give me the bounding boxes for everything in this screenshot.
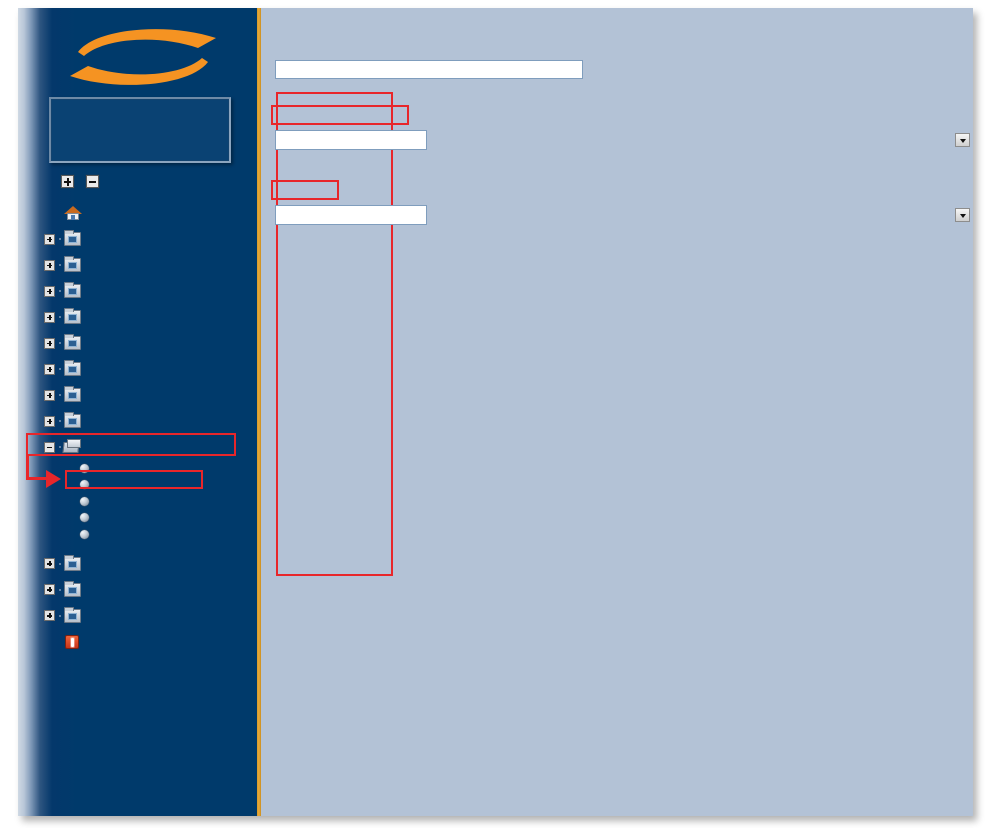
sidebar-subitem-verteilerliste-scheduling[interactable] <box>18 526 257 543</box>
sidebar-item-logout[interactable] <box>18 629 257 655</box>
folder-icon <box>64 412 82 429</box>
sidebar-item-robinson-verwaltung[interactable] <box>18 304 257 330</box>
application-window <box>18 8 973 816</box>
sidebar-item-benutzer-verwaltung[interactable] <box>18 408 257 434</box>
server-info-box <box>49 97 231 163</box>
sidebar-subitem-verteilerlisten-uebersicht[interactable] <box>18 460 257 477</box>
sidebar-nav <box>18 200 257 655</box>
sidebar-subitem-verteilerliste-loeschen[interactable] <box>18 510 257 527</box>
folder-icon <box>64 360 82 377</box>
collapse-all-button[interactable] <box>86 175 99 188</box>
expand-icon[interactable] <box>44 584 55 595</box>
sidebar-item-hauptmenue[interactable] <box>18 200 257 226</box>
expand-icon[interactable] <box>44 259 55 271</box>
expand-icon[interactable] <box>44 363 55 375</box>
bullet-icon <box>80 463 89 473</box>
annotation-box-timeout-label <box>271 105 409 125</box>
chevron-down-icon <box>955 133 970 147</box>
sidebar-item-system-administration[interactable] <box>18 603 257 629</box>
sidebar-item-statistik[interactable] <box>18 252 257 278</box>
open-folder-icon <box>62 439 82 455</box>
sidebar-item-email-on-demand[interactable] <box>18 382 257 408</box>
annotation-box-priority-label <box>271 180 339 200</box>
sidebar-item-abonnenten-verwaltung[interactable] <box>18 278 257 304</box>
logout-icon <box>64 634 82 650</box>
sidebar-item-newsletter-archiv[interactable] <box>18 356 257 382</box>
sidebar-item-zielgruppensuche[interactable] <box>18 330 257 356</box>
bullet-icon <box>80 529 89 539</box>
tree-controls <box>61 175 99 188</box>
sidebar-subitem-verteilerliste-editieren[interactable] <box>18 493 257 510</box>
backclick-logo <box>48 26 238 88</box>
bullet-icon <box>80 480 89 490</box>
house-icon <box>64 205 82 221</box>
priority-select[interactable] <box>275 205 427 225</box>
folder-icon <box>64 386 82 403</box>
folder-icon <box>64 230 82 247</box>
folder-icon <box>64 580 82 598</box>
sidebar-item-mandanten-verwaltung[interactable] <box>18 577 257 603</box>
bullet-icon <box>80 513 89 523</box>
folder-icon <box>64 334 82 351</box>
timeout-select[interactable] <box>275 130 427 150</box>
sender-name-input[interactable] <box>275 60 583 79</box>
logo-swoosh-icon <box>70 29 216 85</box>
expand-all-button[interactable] <box>61 175 74 188</box>
expand-icon[interactable] <box>44 389 55 401</box>
folder-icon <box>64 282 82 299</box>
folder-icon <box>64 554 82 572</box>
annotation-box-smtp-server-names <box>276 92 393 576</box>
sidebar-item-imf-verwaltung[interactable] <box>18 551 257 577</box>
folder-icon <box>64 606 82 624</box>
sidebar <box>18 8 261 816</box>
expand-icon[interactable] <box>44 337 55 349</box>
chevron-down-icon <box>955 208 970 222</box>
expand-icon[interactable] <box>44 610 55 621</box>
sidebar-item-newsletter-redaktion[interactable] <box>18 226 257 252</box>
sidebar-subitem-verteilerliste-anlegen[interactable] <box>18 477 257 494</box>
expand-icon[interactable] <box>44 415 55 427</box>
expand-icon[interactable] <box>44 285 55 297</box>
expand-icon[interactable] <box>44 558 55 569</box>
main-content <box>261 8 973 816</box>
bullet-icon <box>80 496 89 506</box>
collapse-icon[interactable] <box>44 441 55 453</box>
expand-icon[interactable] <box>44 233 55 245</box>
expand-icon[interactable] <box>44 311 55 323</box>
folder-icon <box>64 308 82 325</box>
folder-icon <box>64 256 82 273</box>
sidebar-item-verteilerlisten-verwaltung[interactable] <box>18 434 257 460</box>
